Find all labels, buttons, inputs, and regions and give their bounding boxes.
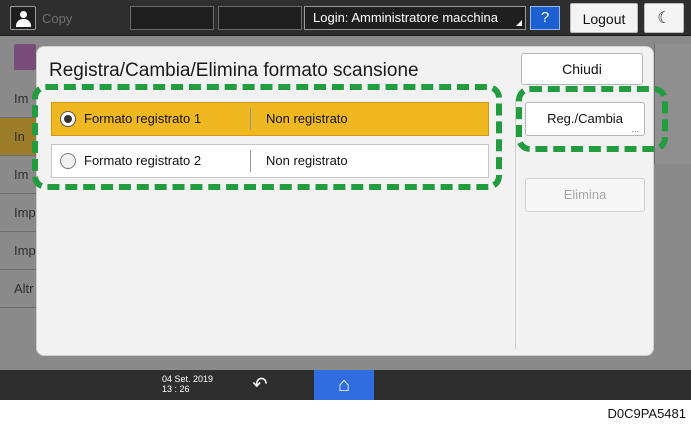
mode-label: Copy: [42, 11, 73, 26]
user-icon-head: [20, 11, 27, 18]
background-item: Imp: [0, 194, 40, 232]
panel-screen: Copy Login: Amministratore macchina ? Lo…: [0, 0, 691, 400]
back-button[interactable]: ↶: [240, 372, 280, 398]
login-label: Login: Amministratore macchina: [313, 10, 498, 25]
top-slot-2: [218, 6, 302, 30]
bottom-bar: 04 Set. 2019 13 : 26 ↶ ⌂: [0, 370, 691, 400]
login-status[interactable]: Login: Amministratore macchina: [304, 6, 526, 30]
corner-triangle-icon: [516, 20, 522, 26]
energy-saver-button[interactable]: ☾: [644, 3, 684, 33]
callout-format-list: [32, 84, 502, 190]
date-time: 04 Set. 2019 13 : 26: [162, 374, 232, 398]
logout-button[interactable]: Logout: [570, 3, 638, 33]
time-label: 13 : 26: [162, 384, 190, 394]
date-label: 04 Set. 2019: [162, 374, 214, 384]
callout-reg-button: [516, 86, 668, 152]
delete-button[interactable]: Elimina: [525, 178, 645, 212]
app-logo-icon: [14, 44, 36, 70]
home-button[interactable]: ⌂: [314, 370, 374, 400]
close-button[interactable]: Chiudi: [521, 53, 643, 85]
home-icon: ⌂: [337, 374, 351, 396]
dialog-title: Registra/Cambia/Elimina formato scansion…: [49, 60, 419, 81]
help-button[interactable]: ?: [530, 6, 560, 30]
moon-icon: ☾: [657, 10, 671, 27]
top-bar: Copy Login: Amministratore macchina ? Lo…: [0, 0, 691, 36]
background-item: Imp: [0, 232, 40, 270]
top-slot-1: [130, 6, 214, 30]
back-arrow-icon: ↶: [252, 374, 268, 396]
user-icon-body: [16, 19, 31, 27]
background-item: Altr: [0, 270, 40, 308]
figure-code: D0C9PA5481: [607, 406, 686, 421]
user-icon[interactable]: [10, 6, 36, 30]
